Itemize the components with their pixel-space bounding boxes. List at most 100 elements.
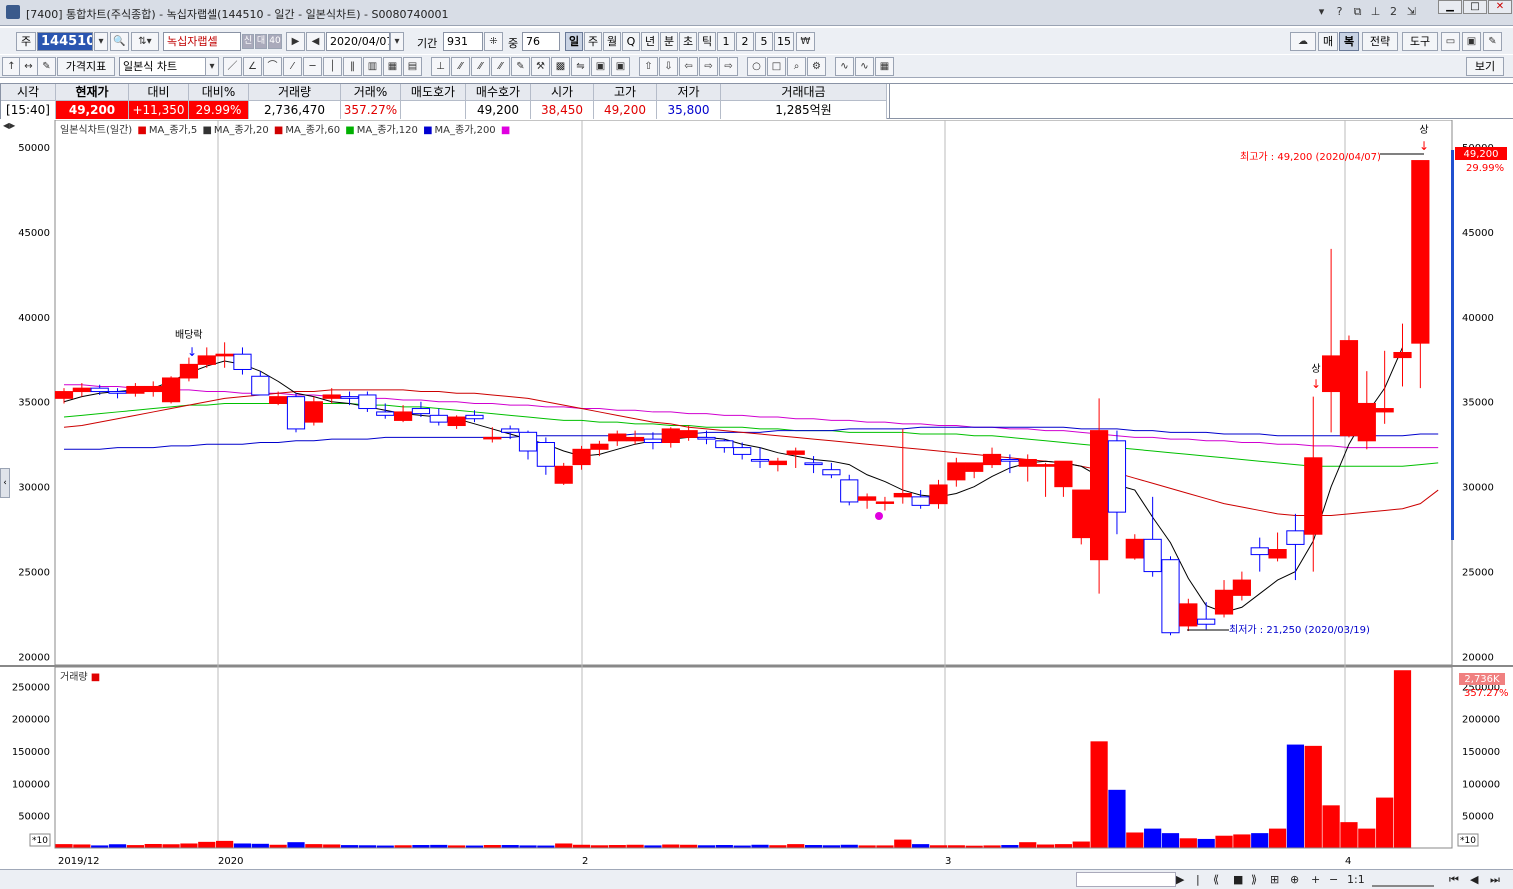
interval-tick[interactable]: 틱 — [698, 32, 716, 51]
chart-type-select[interactable]: 일본식 차트 — [119, 57, 207, 76]
right-icon[interactable]: ⇨ — [699, 57, 718, 76]
fill-icon[interactable]: ▩ — [551, 57, 570, 76]
fit-icon[interactable]: ⊞ — [1270, 872, 1279, 887]
buy-button[interactable]: 매 — [1318, 32, 1338, 51]
multi-button[interactable]: 복 — [1339, 32, 1359, 51]
candle-body — [90, 387, 109, 393]
stop-icon[interactable]: ■ — [1233, 872, 1243, 887]
box2-icon[interactable]: ▣ — [611, 57, 630, 76]
number-2-icon[interactable]: 2 — [1385, 4, 1402, 20]
market-select[interactable]: 주 — [16, 32, 36, 51]
dropdown-icon[interactable]: ▾ — [1313, 4, 1330, 20]
indicator-button[interactable]: 가격지표 — [57, 57, 115, 76]
last-icon[interactable]: ⏭ — [1490, 872, 1500, 887]
up-icon[interactable]: ⇧ — [639, 57, 658, 76]
rewind-icon[interactable]: ⟪ — [1213, 872, 1219, 887]
candlestick-chart[interactable]: 5000050000450004500040000400003500035000… — [0, 120, 1513, 869]
line-icon[interactable]: ／ — [223, 57, 242, 76]
stock-code-input[interactable]: 144510 — [37, 32, 93, 51]
zoom-icon[interactable]: ⊕ — [1290, 872, 1299, 887]
grid-icon[interactable]: ▦ — [383, 57, 402, 76]
open-folder-icon[interactable]: ▭ — [1441, 32, 1460, 51]
zoom-slider[interactable] — [1372, 872, 1434, 887]
color-icon[interactable]: ▦ — [875, 57, 894, 76]
pin-icon[interactable]: ⊥ — [1367, 4, 1384, 20]
scroll-nav-icon[interactable]: ◀▶ — [3, 121, 17, 131]
channel3-icon[interactable]: ⁄⁄ — [491, 57, 510, 76]
scroll-right-icon[interactable]: ▶ — [1176, 872, 1184, 887]
interval-minute[interactable]: 분 — [660, 32, 678, 51]
wave2-icon[interactable]: ∿ — [855, 57, 874, 76]
play-back-icon[interactable]: ◀ — [306, 32, 325, 51]
search-icon[interactable]: 🔍 — [110, 32, 129, 51]
arrows-lr-icon[interactable]: ↔ — [19, 57, 38, 76]
grid-icon[interactable]: ⁜ — [484, 32, 503, 51]
maximize-icon[interactable]: □ — [1463, 0, 1487, 14]
cloud-icon[interactable]: ☁ — [1290, 32, 1316, 51]
custom-interval-icon[interactable]: ₩ — [796, 32, 815, 51]
chart-type-dropdown-icon[interactable]: ▾ — [205, 57, 219, 76]
interval-second[interactable]: 초 — [679, 32, 697, 51]
box-icon[interactable]: ▣ — [591, 57, 610, 76]
tool-icon[interactable]: ⚒ — [531, 57, 550, 76]
wrench-icon[interactable]: ✎ — [1483, 32, 1502, 51]
fan-icon[interactable]: ⊥ — [431, 57, 450, 76]
zoom-icon[interactable]: ⌕ — [787, 57, 806, 76]
close-icon[interactable]: ✕ — [1488, 0, 1512, 14]
date-input[interactable]: 2020/04/07 — [326, 32, 390, 51]
down-icon[interactable]: ⇩ — [659, 57, 678, 76]
save-icon[interactable]: ▣ — [1462, 32, 1481, 51]
ratio-icon[interactable]: 1:1 — [1347, 872, 1365, 887]
parallel-icon[interactable]: ‖ — [343, 57, 362, 76]
play-forward-icon[interactable]: ▶ — [286, 32, 305, 51]
pen-icon[interactable]: ✎ — [511, 57, 530, 76]
channel2-icon[interactable]: ⁄⁄ — [471, 57, 490, 76]
hline-icon[interactable]: ─ — [303, 57, 322, 76]
slash-icon[interactable]: ⁄ — [283, 57, 302, 76]
prev-icon[interactable]: ◀ — [1470, 872, 1478, 887]
interval-5[interactable]: 5 — [755, 32, 773, 51]
mid-input[interactable]: 76 — [522, 32, 560, 51]
left-icon[interactable]: ⇦ — [679, 57, 698, 76]
grid2-icon[interactable]: ▤ — [403, 57, 422, 76]
interval-day[interactable]: 일 — [565, 32, 583, 51]
square-icon[interactable]: □ — [767, 57, 786, 76]
channel-icon[interactable]: ⁄⁄ — [451, 57, 470, 76]
interval-1[interactable]: 1 — [717, 32, 735, 51]
interval-2[interactable]: 2 — [736, 32, 754, 51]
side-panel-toggle[interactable]: ‹ — [0, 468, 10, 498]
first-icon[interactable]: ⏮ — [1449, 872, 1459, 887]
strategy-button[interactable]: 전략 — [1362, 32, 1398, 51]
arc-icon[interactable]: ⌒ — [263, 57, 282, 76]
edit-icon[interactable]: ✎ — [37, 57, 56, 76]
expand-icon[interactable]: ⇲ — [1403, 4, 1420, 20]
tools-button[interactable]: 도구 — [1402, 32, 1438, 51]
interval-year[interactable]: 년 — [641, 32, 659, 51]
fast-forward-icon[interactable]: ⟫ — [1251, 872, 1257, 887]
h-scrollbar[interactable] — [1076, 872, 1176, 887]
minus-icon[interactable]: − — [1329, 872, 1338, 887]
interval-week[interactable]: 주 — [584, 32, 602, 51]
calendar-dropdown-icon[interactable]: ▾ — [390, 32, 404, 51]
period-input[interactable]: 931 — [443, 32, 483, 51]
swap-icon[interactable]: ⇋ — [571, 57, 590, 76]
minimize-icon[interactable]: ▁ — [1438, 0, 1462, 14]
volume-bar — [108, 844, 127, 848]
interval-month[interactable]: 월 — [603, 32, 621, 51]
vline-icon[interactable]: │ — [323, 57, 342, 76]
fib-icon[interactable]: ▥ — [363, 57, 382, 76]
settings-icon[interactable]: ⚙ — [807, 57, 826, 76]
interval-quarter[interactable]: Q — [622, 32, 640, 51]
restore-icon[interactable]: ⧉ — [1349, 4, 1366, 20]
plus-icon[interactable]: + — [1311, 872, 1320, 887]
angle-icon[interactable]: ∠ — [243, 57, 262, 76]
candle-body — [1393, 351, 1412, 359]
sort-icon[interactable]: ⇅▾ — [131, 32, 159, 51]
interval-15[interactable]: 15 — [774, 32, 794, 51]
code-dropdown-icon[interactable]: ▾ — [94, 32, 108, 51]
right2-icon[interactable]: ⇨ — [719, 57, 738, 76]
view-button[interactable]: 보기 — [1466, 57, 1504, 76]
help-icon[interactable]: ? — [1331, 4, 1348, 20]
circle-icon[interactable]: ○ — [747, 57, 766, 76]
wave-icon[interactable]: ∿ — [835, 57, 854, 76]
